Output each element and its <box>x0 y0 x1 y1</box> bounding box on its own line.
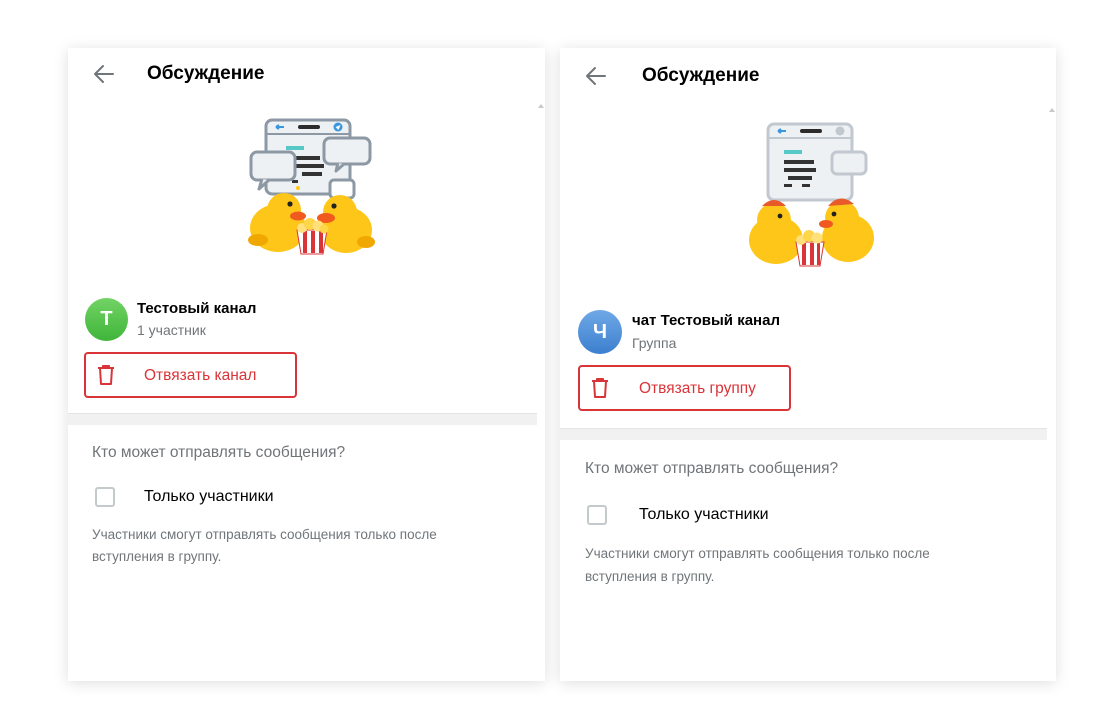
back-button[interactable] <box>582 62 610 90</box>
unlink-channel-label: Отвязать канал <box>144 367 257 384</box>
description-line-1: Участники смогут отправлять сообщения то… <box>92 527 437 542</box>
arrow-left-icon <box>94 65 114 83</box>
chat-subtitle: 1 участник <box>137 322 206 338</box>
trash-icon <box>592 378 608 398</box>
ducks-discussion-illustration <box>246 118 376 258</box>
back-button[interactable] <box>90 60 118 88</box>
section-heading: Кто может отправлять сообщения? <box>585 460 839 477</box>
chat-subtitle: Группа <box>632 335 677 351</box>
ducks-discussion-illustration <box>748 120 878 268</box>
ducks-popcorn-icon <box>749 122 874 267</box>
ducks-popcorn-icon <box>248 118 375 255</box>
unlink-group-button[interactable]: Отвязать группу <box>578 365 791 411</box>
section-divider <box>560 428 1047 440</box>
arrow-left-icon <box>586 67 606 85</box>
unlink-group-label: Отвязать группу <box>639 380 756 397</box>
members-only-label[interactable]: Только участники <box>144 488 274 506</box>
chat-name: Тестовый канал <box>137 300 257 317</box>
discussion-panel-channel: Обсуждение Т Тестовый канал 1 участник О… <box>68 48 545 681</box>
members-only-checkbox[interactable] <box>95 487 115 507</box>
scroll-up-icon[interactable] <box>1048 107 1056 113</box>
description-line-2: вступления в группу. <box>92 549 222 564</box>
members-only-checkbox[interactable] <box>587 505 607 525</box>
trash-icon <box>98 365 114 385</box>
description-line-2: вступления в группу. <box>585 569 715 584</box>
avatar: Т <box>85 298 128 341</box>
discussion-panel-group: Обсуждение Ч чат Тестовый канал Группа О… <box>560 48 1056 681</box>
page-title: Обсуждение <box>147 63 265 84</box>
chat-name: чат Тестовый канал <box>632 312 780 329</box>
section-divider <box>68 413 537 425</box>
members-only-label[interactable]: Только участники <box>639 506 769 524</box>
unlink-channel-button[interactable]: Отвязать канал <box>84 352 297 398</box>
avatar: Ч <box>578 310 622 354</box>
scroll-up-icon[interactable] <box>537 103 545 109</box>
description-line-1: Участники смогут отправлять сообщения то… <box>585 546 930 561</box>
section-heading: Кто может отправлять сообщения? <box>92 444 346 461</box>
page-title: Обсуждение <box>642 65 760 86</box>
